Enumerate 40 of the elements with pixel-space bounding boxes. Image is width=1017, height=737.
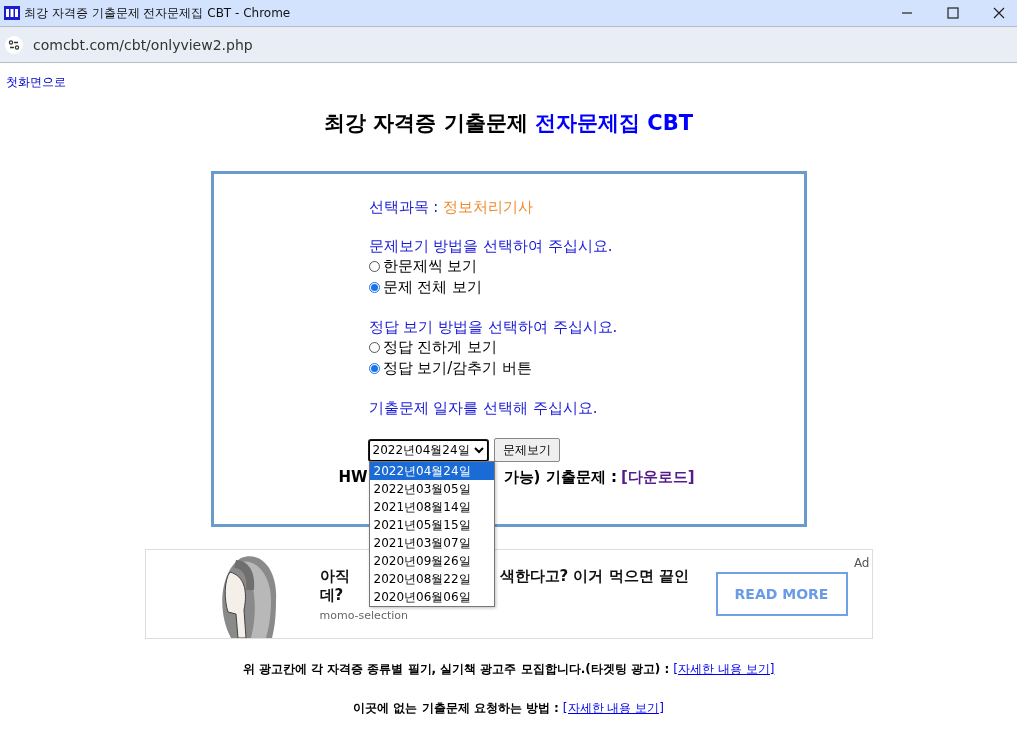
subject-label: 선택과목 : bbox=[368, 198, 439, 216]
date-option[interactable]: 2022년04월24일 bbox=[369, 461, 494, 480]
site-settings-icon[interactable] bbox=[5, 35, 23, 54]
date-option[interactable]: 2020년06월06일 bbox=[369, 587, 494, 606]
subject-value: 정보처리기사 bbox=[443, 198, 534, 216]
view-questions-button[interactable]: 문제보기 bbox=[493, 438, 560, 462]
date-option[interactable]: 2020년08월22일 bbox=[369, 569, 494, 588]
date-option[interactable]: 2020년09월26일 bbox=[369, 551, 494, 570]
footer-text: 위 광고칸에 각 자격증 종류별 필기, 실기책 광고주 모집합니다.(타겟팅 광고) : bbox=[242, 661, 670, 678]
download-label-start: HW bbox=[338, 468, 368, 487]
date-select[interactable]: 2022년04월24일 bbox=[368, 439, 488, 461]
close-icon[interactable] bbox=[993, 7, 1005, 19]
radio-label: 정답 보기/감추기 버튼 bbox=[382, 359, 533, 378]
download-link[interactable]: [다운로드] bbox=[620, 468, 695, 487]
ad-source: momo-selection bbox=[319, 608, 409, 622]
option-prompt: 정답 보기 방법을 선택하여 주십시요. bbox=[368, 318, 619, 337]
ad-headline-start: 아직 bbox=[319, 566, 350, 586]
date-option[interactable]: 2021년03월07일 bbox=[369, 533, 494, 552]
page-heading: 최강 자격증 기출문제 전자문제집 CBT bbox=[324, 111, 693, 135]
details-link[interactable]: [자세한 내용 보기] bbox=[562, 700, 664, 717]
radio-label: 문제 전체 보기 bbox=[382, 278, 483, 297]
date-prompt: 기출문제 일자를 선택해 주십시요. bbox=[368, 399, 599, 418]
date-option[interactable]: 2022년03월05일 bbox=[369, 479, 494, 498]
window-title: 최강 자격증 기출문제 전자문제집 CBT - Chrome bbox=[24, 4, 291, 22]
date-option[interactable]: 2021년05월15일 bbox=[369, 515, 494, 534]
details-link[interactable]: [자세한 내용 보기] bbox=[673, 661, 775, 678]
app-logo-icon bbox=[4, 6, 20, 20]
option-prompt: 문제보기 방법을 선택하여 주십시요. bbox=[368, 237, 614, 256]
radio-label: 정답 진하게 보기 bbox=[382, 338, 498, 357]
ad-headline-middle: 색한다고? 이거 먹으면 끝인 bbox=[499, 566, 689, 586]
home-link[interactable]: 첫화면으로 bbox=[6, 75, 66, 89]
maximize-icon[interactable] bbox=[947, 7, 959, 19]
date-option[interactable]: 2021년08월14일 bbox=[369, 497, 494, 516]
ad-headline-end: 데? bbox=[319, 585, 344, 605]
address-bar-url[interactable]: comcbt.com/cbt/onlyview2.php bbox=[33, 36, 253, 53]
caret-icon bbox=[473, 446, 484, 454]
radio-label: 한문제씩 보기 bbox=[382, 257, 478, 276]
ad-label: Ad bbox=[853, 556, 870, 570]
footer-text: 이곳에 없는 기출문제 요청하는 방법 : bbox=[353, 700, 559, 717]
download-label-end: 가능) 기출문제 : bbox=[503, 468, 617, 487]
